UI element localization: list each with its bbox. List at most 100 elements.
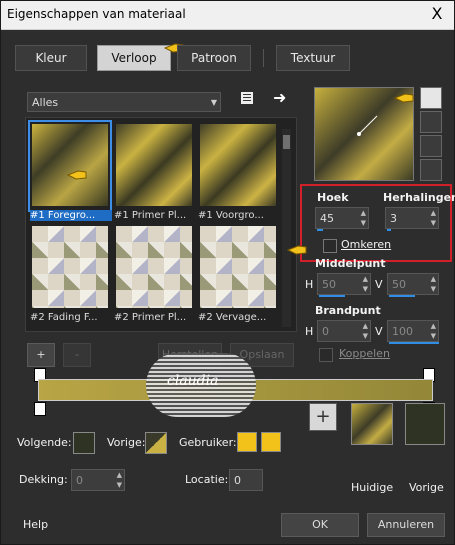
spin-arrows-icon[interactable]: ▲ ▼ [431,208,436,228]
materials-dialog: Eigenschappen van materiaal X Kleur Verl… [0,0,455,545]
spin-arrows-icon[interactable]: ▲ ▼ [361,208,366,228]
gradient-thumb[interactable]: #2 Primer Pl... [114,224,194,323]
focal-v-slider[interactable] [389,342,439,344]
gradient-swatch [200,124,276,206]
style-radial-icon[interactable] [420,159,442,181]
angle-value: 45 [320,212,334,225]
angle-label: Hoek [317,191,349,204]
style-rectangular-icon[interactable] [420,111,442,133]
location-label: Locatie: [185,473,229,486]
gradient-swatch [32,124,108,206]
category-select[interactable]: Alles ▼ [27,92,221,112]
window-title: Eigenschappen van materiaal [7,7,186,21]
spin-arrows-icon[interactable]: ▲ ▼ [363,274,368,294]
book-icon[interactable] [239,90,255,106]
user-color-label: Gebruiker: [179,436,237,449]
center-h-value: 50 [322,278,336,291]
user-color-swatch-2[interactable] [261,432,281,452]
opacity-label: Dekking: [19,473,68,486]
tab-separator [263,49,264,67]
tab-kleur[interactable]: Kleur [15,45,87,71]
spin-arrows-icon[interactable]: ▲ ▼ [431,274,436,294]
gradient-swatch [200,226,276,308]
style-sunburst-icon[interactable] [420,135,442,157]
current-swatch[interactable] [351,403,393,445]
help-link[interactable]: Help [23,518,48,531]
location-field[interactable]: 0 [229,469,263,491]
current-label: Huidige [351,481,394,494]
focal-v-spinner[interactable]: 100 ▲ ▼ [387,320,439,344]
gradient-thumb[interactable]: #2 Fading F... [30,224,110,323]
opacity-spinner[interactable]: 0 ▲ ▼ [71,469,125,491]
link-checkbox[interactable] [319,348,333,362]
opacity-value: 0 [76,474,83,487]
focal-h-spinner[interactable]: 0 ▲ ▼ [317,320,371,342]
gradient-caption: #1 Primer Pl... [114,210,187,221]
center-v-value: 50 [392,278,406,291]
style-linear-icon[interactable] [420,87,442,109]
gradient-caption: #1 Foregro... [30,210,112,221]
focal-h-label: H [305,325,314,338]
next-color-swatch[interactable] [73,432,95,454]
gradient-caption: #2 Primer Pl... [114,312,187,323]
remove-gradient-button[interactable]: - [63,343,91,367]
center-h-slider[interactable] [319,295,345,297]
center-v-spinner[interactable]: 50 ▲ ▼ [387,273,439,297]
focal-v-label: V [375,325,383,338]
category-value: Alles [32,96,59,109]
gallery-scrollbar[interactable] [282,129,291,327]
repeats-value: 3 [390,212,397,225]
link-label: Koppelen [339,347,390,360]
gradient-thumb[interactable]: #2 Vervage... [198,224,278,323]
spin-arrows-icon[interactable]: ▲ ▼ [363,321,368,341]
pointer-hand-icon [286,241,308,259]
spin-arrows-icon[interactable]: ▲ ▼ [117,470,122,490]
gradient-thumb[interactable]: #1 Voorgro... [198,122,278,221]
user-color-swatch[interactable] [237,432,257,452]
repeats-slider[interactable] [387,229,391,231]
add-to-swatches-button[interactable]: + [309,403,337,431]
tab-patroon[interactable]: Patroon [177,45,251,71]
prev-color-swatch[interactable] [145,432,167,454]
spin-arrows-icon[interactable]: ▲ ▼ [431,321,436,341]
previous-swatch[interactable] [405,403,445,445]
arrow-right-icon[interactable]: ➜ [273,90,291,106]
scrollbar-thumb[interactable] [283,135,290,149]
invert-label: Omkeren [341,238,392,251]
repeats-label: Herhalingen [383,191,455,204]
cancel-button[interactable]: Annuleren [367,513,445,537]
ok-button[interactable]: OK [281,513,359,537]
gradient-caption: #1 Voorgro... [198,210,264,221]
angle-slider[interactable] [317,229,323,231]
gradient-swatch [32,226,108,308]
pointer-hand-icon [66,166,88,184]
gradient-caption: #2 Fading F... [30,312,98,323]
gradient-thumb[interactable]: #1 Primer Pl... [114,122,194,221]
repeats-spinner[interactable]: 3 ▲ ▼ [385,207,439,231]
center-h-label: H [305,278,314,291]
location-value: 0 [234,474,241,487]
gradient-swatch [116,226,192,308]
invert-checkbox[interactable] [323,239,337,253]
center-v-label: V [375,278,383,291]
focal-label: Brandpunt [315,304,381,317]
center-v-slider[interactable] [389,295,415,297]
tab-textuur[interactable]: Textuur [276,45,350,71]
title-bar: Eigenschappen van materiaal X [1,1,454,30]
add-gradient-button[interactable]: + [27,343,55,367]
previous-label: Vorige [409,481,444,494]
gradient-caption: #2 Vervage... [198,312,267,323]
gradient-swatch [116,124,192,206]
center-h-spinner[interactable]: 50 ▲ ▼ [317,273,371,297]
gradient-gallery: #1 Foregro... #1 Primer Pl... #1 Voorgro… [25,117,297,332]
tab-verloop[interactable]: Verloop [97,45,171,71]
prev-stop-label: Vorige: [107,436,146,449]
center-label: Middelpunt [315,257,386,270]
close-icon[interactable]: X [428,5,446,23]
next-stop-label: Volgende: [17,436,72,449]
focal-h-value: 0 [322,325,329,338]
angle-spinner[interactable]: 45 ▲ ▼ [315,207,369,231]
gradient-stop-bottom-left[interactable] [34,402,46,416]
watermark-text: claudia [167,373,219,389]
focal-v-value: 100 [392,325,413,338]
